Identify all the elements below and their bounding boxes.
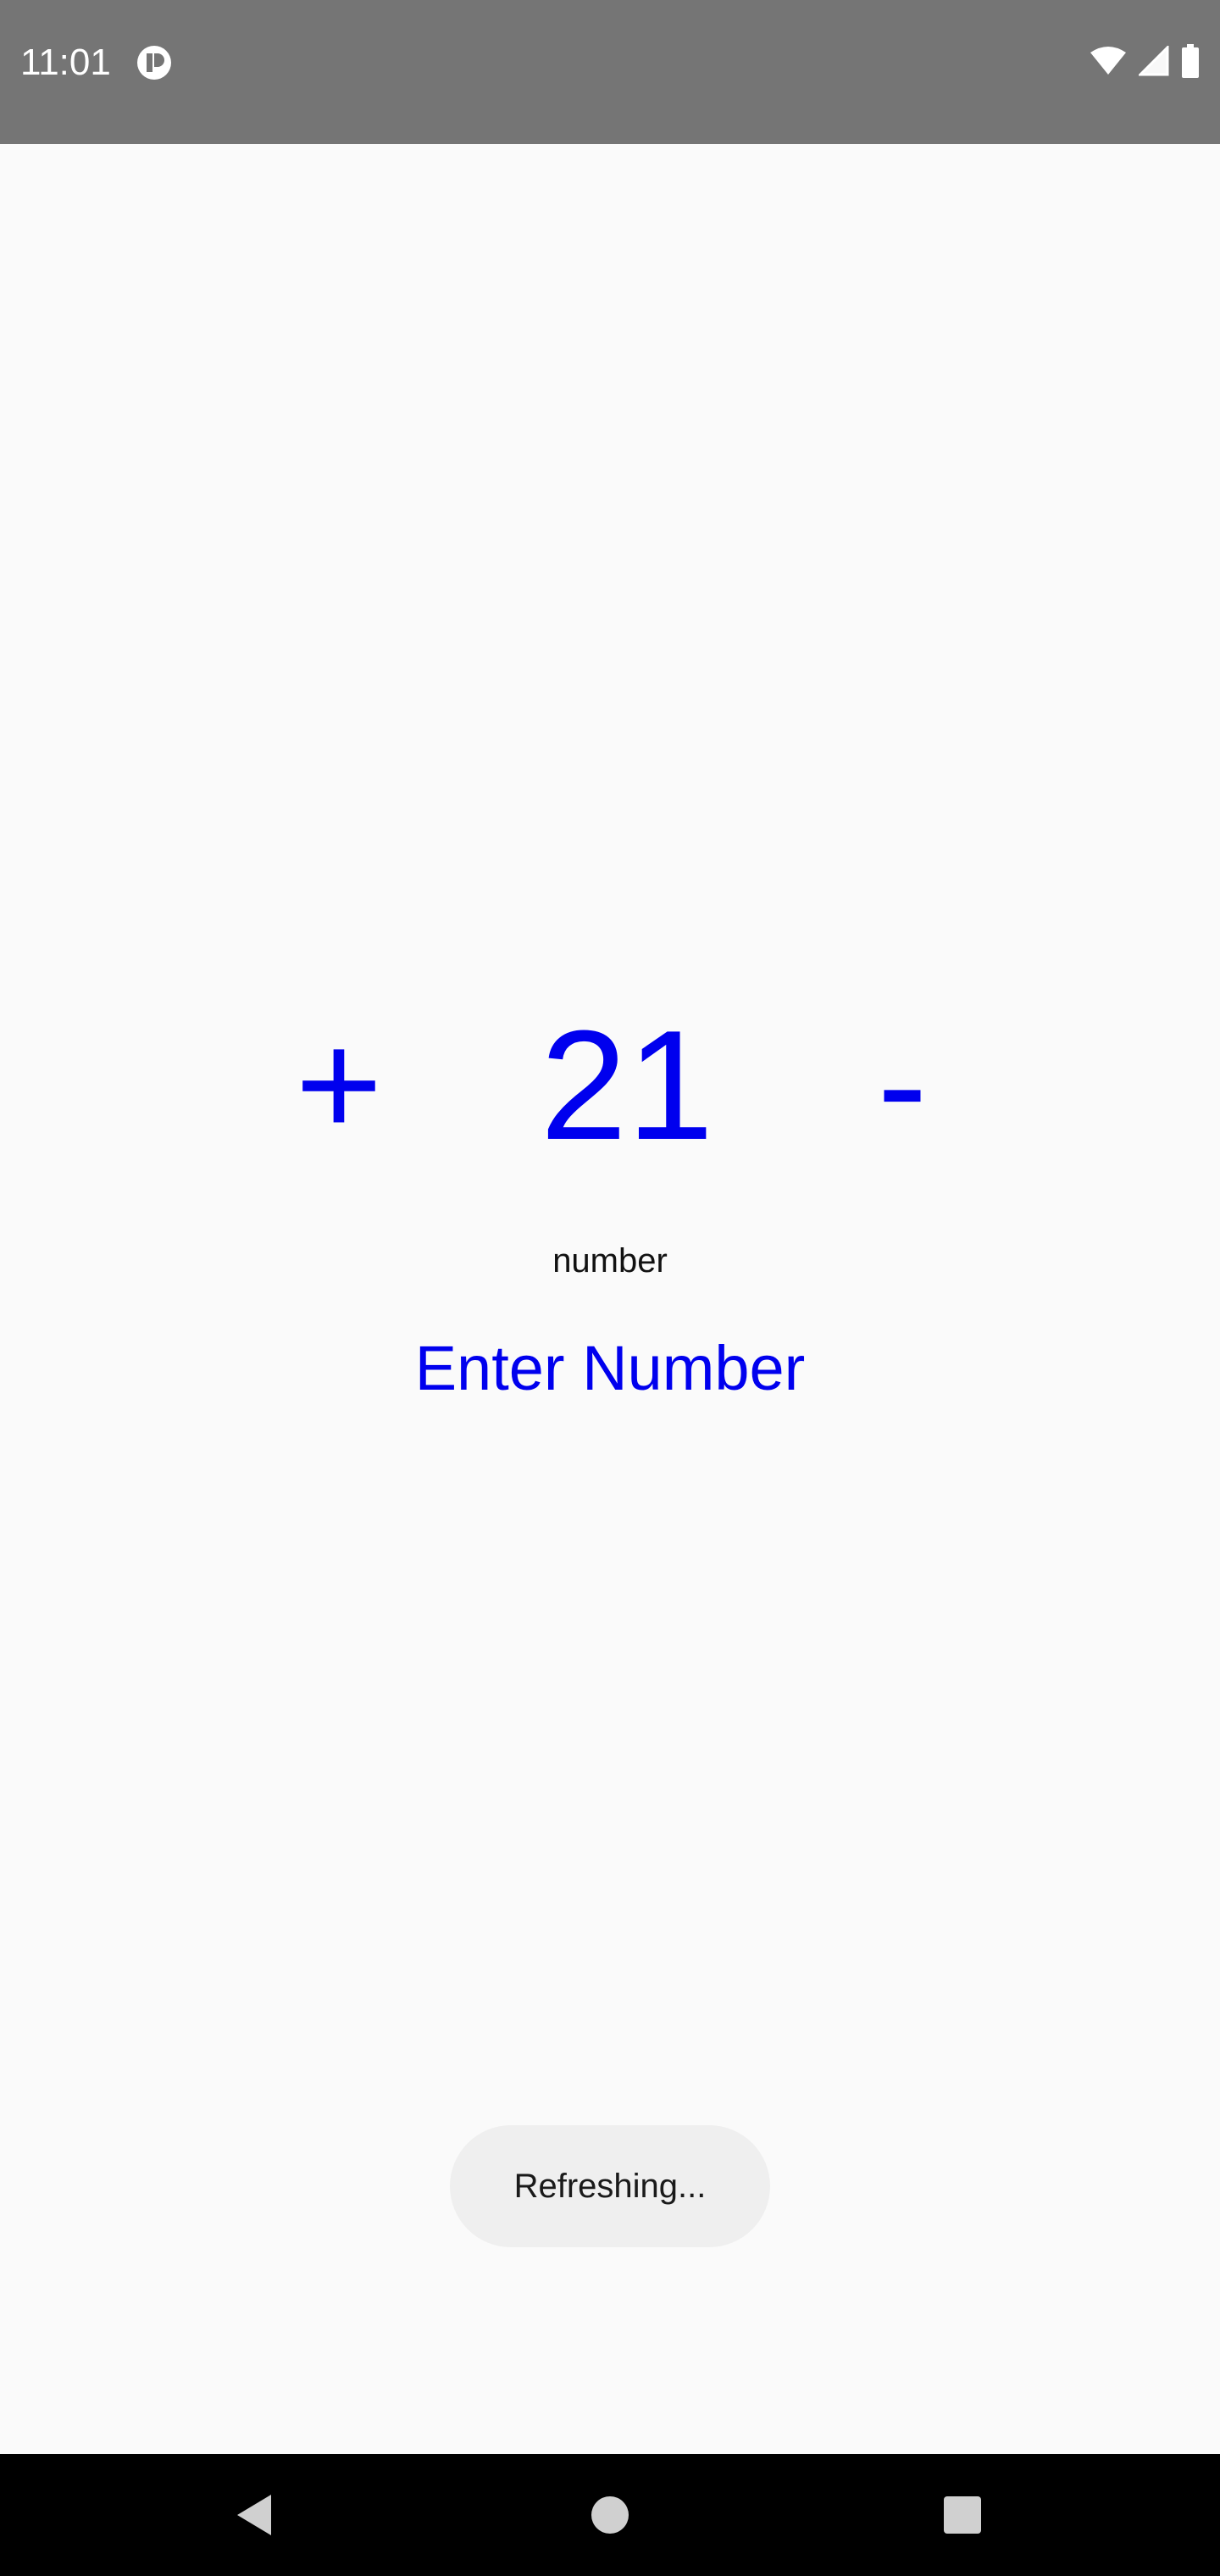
increment-button[interactable]: + — [280, 974, 398, 1195]
battery-icon — [1181, 43, 1200, 82]
status-time: 11:01 — [20, 42, 111, 83]
home-icon[interactable] — [580, 2484, 640, 2545]
number-label: number — [552, 1242, 668, 1280]
main-content — [0, 144, 1220, 2454]
number-value: 21 — [540, 997, 714, 1172]
status-bar: 11:01 — [0, 0, 1220, 144]
cell-signal-icon — [1137, 43, 1169, 80]
decrement-button[interactable]: - — [856, 974, 949, 1195]
status-icons — [1090, 42, 1200, 83]
navigation-bar — [0, 2454, 1220, 2576]
app-notification-icon — [136, 44, 173, 81]
enter-number-button[interactable]: Enter Number — [398, 1322, 822, 1415]
toast-message: Refreshing... — [450, 2125, 770, 2247]
recents-icon[interactable] — [932, 2484, 993, 2545]
wifi-icon — [1090, 46, 1127, 80]
back-icon[interactable] — [224, 2484, 285, 2545]
number-stepper: + 21 - — [0, 974, 1220, 1195]
